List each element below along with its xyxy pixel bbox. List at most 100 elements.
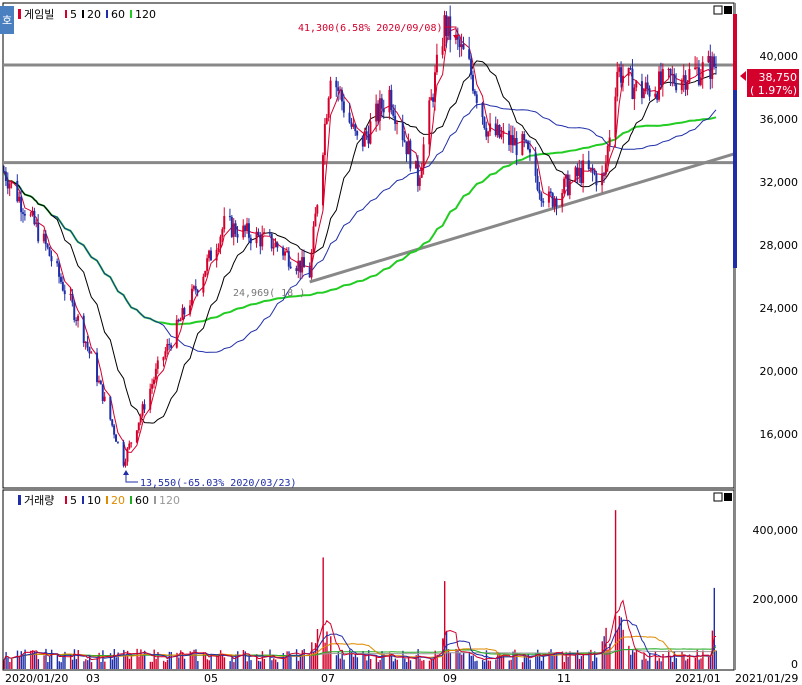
volume-bar — [18, 655, 21, 669]
candle-body — [443, 15, 446, 47]
candle-body — [209, 250, 212, 261]
candle-body — [31, 210, 34, 215]
candle-body — [473, 90, 476, 95]
volume-bar — [290, 654, 292, 669]
candle-body — [684, 75, 687, 90]
candle-body — [521, 134, 524, 156]
y-tick: 16,000 — [760, 428, 799, 441]
candle-body — [194, 286, 197, 291]
candle-body — [496, 124, 499, 136]
candle-body — [555, 198, 558, 207]
volume-bar — [339, 658, 341, 669]
volume-bar — [614, 510, 617, 669]
volume-bar — [554, 655, 556, 669]
candle-body — [99, 380, 102, 385]
candle-body — [35, 222, 38, 225]
candle-body — [356, 131, 359, 136]
maximize-icon[interactable] — [724, 6, 732, 14]
volume-bar — [495, 659, 497, 669]
candle-body — [462, 44, 465, 50]
vol-legend-10: 10 — [87, 494, 101, 507]
candle-body — [109, 396, 112, 420]
candle-body — [18, 196, 21, 202]
candle-body — [116, 441, 119, 443]
volume-bar — [330, 636, 332, 669]
candle-body — [192, 286, 195, 289]
candle-body — [388, 89, 391, 113]
restore-icon[interactable] — [713, 492, 723, 502]
volume-bar — [275, 659, 277, 669]
candle-body — [82, 315, 85, 344]
stock-name: 게임빌 — [24, 8, 54, 21]
volume-bar — [49, 656, 51, 669]
x-tick: 03 — [86, 672, 100, 685]
candle-body — [578, 167, 581, 176]
range-bar-up — [733, 14, 737, 90]
volume-bar — [669, 656, 672, 669]
candle-body — [295, 268, 298, 272]
volume-bar — [303, 648, 305, 669]
candle-body — [181, 308, 184, 320]
restore-icon[interactable] — [713, 5, 723, 15]
volume-bar — [37, 659, 40, 669]
volume-bar — [470, 655, 472, 669]
candle-body — [297, 260, 300, 272]
candle-body — [29, 214, 32, 216]
candle-body — [589, 167, 592, 169]
volume-bar — [250, 660, 252, 669]
volume-bar — [5, 652, 7, 669]
candle-body — [115, 434, 118, 442]
candle-body — [608, 137, 611, 146]
volume-bar — [394, 658, 397, 669]
volume-bar — [508, 660, 510, 669]
candle-body — [179, 319, 182, 322]
volume-bar — [462, 652, 465, 669]
candle-body — [449, 16, 452, 40]
volume-bar — [620, 617, 622, 669]
candle-body — [21, 212, 24, 214]
volume-bar — [113, 649, 116, 669]
vol-y-tick: 0 — [791, 658, 798, 671]
candle-body — [4, 171, 7, 182]
candle-body — [350, 122, 353, 127]
vol-y-tick: 200,000 — [753, 593, 799, 606]
candle-body — [217, 247, 220, 250]
candle-body — [63, 290, 66, 295]
candle-body — [75, 319, 78, 321]
candle-body — [135, 430, 138, 443]
candle-body — [257, 231, 260, 236]
candle-body — [321, 155, 324, 206]
candle-body — [234, 223, 237, 235]
candle-body — [551, 193, 554, 207]
candle-body — [190, 288, 193, 306]
volume-bar — [377, 662, 379, 669]
maximize-icon[interactable] — [724, 493, 732, 501]
volume-bar — [349, 649, 351, 669]
volume-bar — [75, 659, 78, 669]
volume-bar — [542, 655, 545, 669]
candle-body — [270, 233, 273, 249]
candle-body — [37, 222, 40, 242]
volume-bar — [337, 651, 340, 669]
candle-body — [648, 88, 651, 97]
candle-body — [340, 90, 343, 102]
vol-y-tick: 400,000 — [753, 524, 799, 537]
candle-body — [593, 172, 596, 174]
volume-bar — [715, 650, 717, 669]
volume-bar — [538, 655, 541, 669]
candle-body — [565, 174, 568, 179]
candle-body — [523, 134, 526, 141]
candle-body — [481, 102, 484, 118]
candle-body — [401, 122, 404, 140]
candle-body — [299, 260, 302, 273]
candle-body — [86, 341, 89, 348]
candle-body — [696, 67, 699, 69]
candle-body — [635, 81, 638, 88]
volume-bar — [406, 661, 408, 669]
candle-body — [3, 171, 5, 173]
volume-bar — [630, 654, 632, 669]
volume-bar — [592, 661, 594, 669]
volume-bar — [288, 651, 290, 669]
candle-body — [156, 360, 159, 369]
candle-body — [137, 422, 140, 431]
